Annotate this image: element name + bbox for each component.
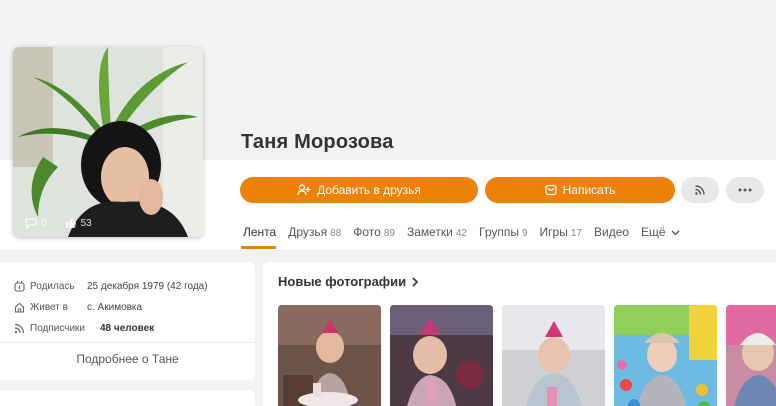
send-message-button[interactable]: Написать xyxy=(485,177,675,203)
info-subscribers-row: Подписчики 48 человек xyxy=(13,322,154,334)
birthday-icon xyxy=(13,280,25,292)
tab-count: 88 xyxy=(330,228,342,239)
profile-name: Таня Морозова xyxy=(241,131,394,153)
info-location-label: Живет в xyxy=(30,301,68,313)
tab-label: Заметки xyxy=(406,225,453,239)
home-icon xyxy=(13,301,25,313)
tab-photos[interactable]: Фото 89 xyxy=(353,225,395,239)
info-location-row: Живет в с. Акимовка xyxy=(13,301,142,313)
tab-groups[interactable]: Группы 9 xyxy=(479,225,528,239)
tab-games[interactable]: Игры 17 xyxy=(540,225,582,239)
avatar-photo xyxy=(13,47,203,237)
more-about-link[interactable]: Подробнее о Тане xyxy=(0,352,255,366)
info-subscribers-value[interactable]: 48 человек xyxy=(100,323,154,334)
tab-notes[interactable]: Заметки 42 xyxy=(407,225,467,239)
rss-icon xyxy=(13,322,25,334)
info-birthday-label: Родилась xyxy=(30,280,75,292)
tab-friends[interactable]: Друзья 88 xyxy=(288,225,341,239)
subscribe-button[interactable] xyxy=(681,177,719,203)
tab-label: Видео xyxy=(593,225,630,239)
like-icon xyxy=(65,218,76,228)
tab-label: Лента xyxy=(243,225,277,239)
chevron-right-icon xyxy=(412,276,419,287)
tab-video[interactable]: Видео xyxy=(594,225,629,239)
tab-label: Друзья xyxy=(288,225,328,239)
add-friend-button[interactable]: Добавить в друзья xyxy=(240,177,478,203)
tab-more[interactable]: Ещё xyxy=(641,225,680,239)
info-location-value[interactable]: с. Акимовка xyxy=(87,302,142,313)
more-dots-icon xyxy=(738,188,752,192)
active-tab-indicator xyxy=(241,246,276,249)
more-actions-button[interactable] xyxy=(726,177,764,203)
new-photos-card: Новые фотографии xyxy=(263,262,776,406)
new-photos-header[interactable]: Новые фотографии xyxy=(278,274,419,289)
avatar-comments-count: 0 xyxy=(41,217,47,229)
add-friend-label: Добавить в друзья xyxy=(317,183,421,197)
profile-tabs: Лента Друзья 88 Фото 89 Заметки 42 Групп… xyxy=(243,224,692,240)
tab-label: Игры xyxy=(539,225,568,239)
photo-thumbnail[interactable] xyxy=(614,305,717,406)
photo-thumbnail[interactable] xyxy=(502,305,605,406)
tab-label: Группы xyxy=(479,225,519,239)
photo-thumbnail[interactable] xyxy=(278,305,381,406)
tab-label: Фото xyxy=(353,225,381,239)
photo-thumbnail[interactable] xyxy=(390,305,493,406)
new-photos-title: Новые фотографии xyxy=(278,274,407,289)
tab-feed[interactable]: Лента xyxy=(243,225,276,239)
chevron-down-icon xyxy=(671,230,680,236)
info-birthday-row: Родилась 25 декабря 1979 (42 года) xyxy=(13,280,208,292)
info-subscribers-label: Подписчики xyxy=(30,322,86,334)
profile-info-card: Родилась 25 декабря 1979 (42 года) Живет… xyxy=(0,262,255,380)
add-friend-icon xyxy=(297,184,311,196)
divider xyxy=(0,342,255,343)
tab-count: 89 xyxy=(383,228,395,239)
message-icon xyxy=(545,184,557,196)
avatar-likes-count: 53 xyxy=(80,217,92,229)
tab-label: Ещё xyxy=(641,225,666,239)
rss-icon xyxy=(695,185,705,195)
comment-icon xyxy=(25,218,37,229)
tab-count: 42 xyxy=(455,228,467,239)
profile-avatar[interactable]: 0 53 xyxy=(13,47,203,237)
tab-count: 17 xyxy=(570,228,582,239)
send-message-label: Написать xyxy=(562,183,616,197)
photo-thumbnail[interactable] xyxy=(726,305,776,406)
next-card xyxy=(0,390,255,406)
tab-count: 9 xyxy=(521,228,528,239)
info-birthday-value: 25 декабря 1979 (42 года) xyxy=(87,280,208,292)
